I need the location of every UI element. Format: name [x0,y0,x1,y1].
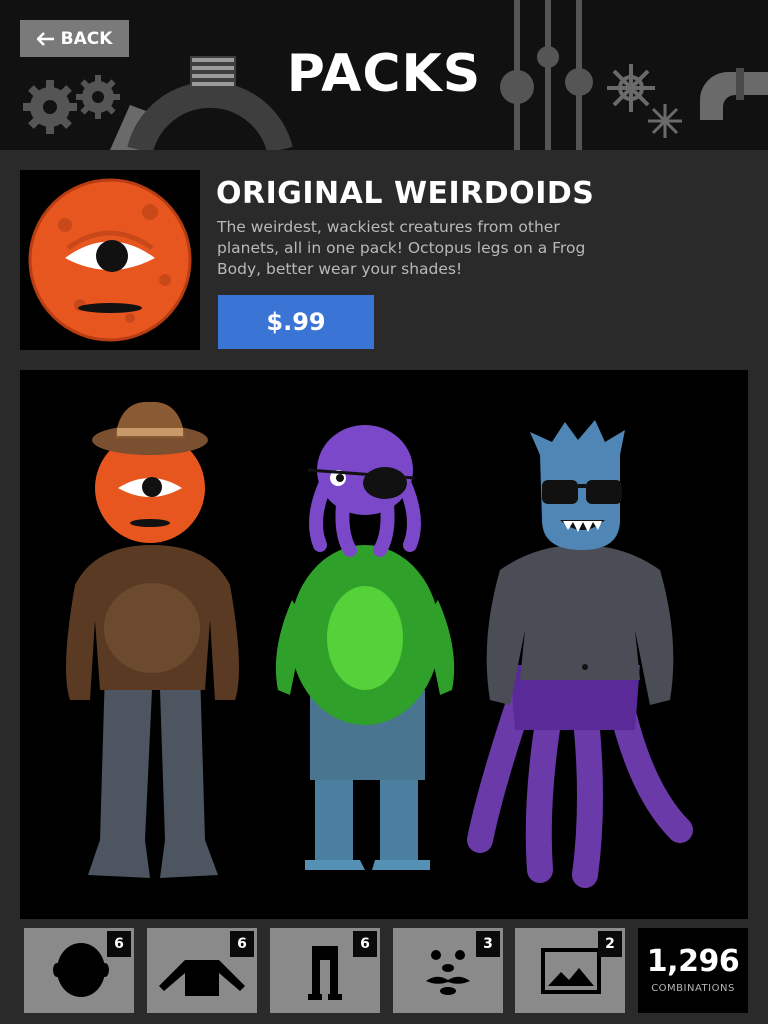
category-heads-tile[interactable]: 6 [24,928,134,1013]
category-faces-tile[interactable]: 3 [393,928,503,1013]
category-count: 3 [476,931,500,957]
cyclops-face-icon [28,178,192,342]
page-title: PACKS [286,44,482,104]
header-bar: BACK PACKS [0,0,768,150]
category-count: 6 [230,931,254,957]
pack-name: ORIGINAL WEIRDOIDS [216,176,595,211]
category-count: 2 [598,931,622,957]
pack-description: The weirdest, wackiest creatures from ot… [217,218,586,278]
pack-thumbnail [20,170,200,350]
category-bodies-tile[interactable]: 6 [147,928,257,1013]
character-monster [467,420,693,888]
pack-info: ORIGINAL WEIRDOIDS The weirdest, wackies… [20,170,748,350]
category-count: 6 [353,931,377,957]
category-legs-tile[interactable]: 6 [270,928,380,1013]
category-count: 6 [107,931,131,957]
combinations-value: 1,296 [646,944,740,979]
character-octopus [275,425,455,870]
combinations-label: COMBINATIONS [651,983,735,994]
character-cyclops [66,401,239,878]
category-backgrounds-tile[interactable]: 2 [515,928,625,1013]
character-showcase [20,370,748,919]
combinations-counter: 1,296 COMBINATIONS [638,928,748,1013]
buy-button[interactable]: $.99 [218,295,374,349]
character-preview-image [66,401,693,888]
category-bar: 6 6 6 3 2 1,296 COMBINATIONS [0,925,768,1024]
